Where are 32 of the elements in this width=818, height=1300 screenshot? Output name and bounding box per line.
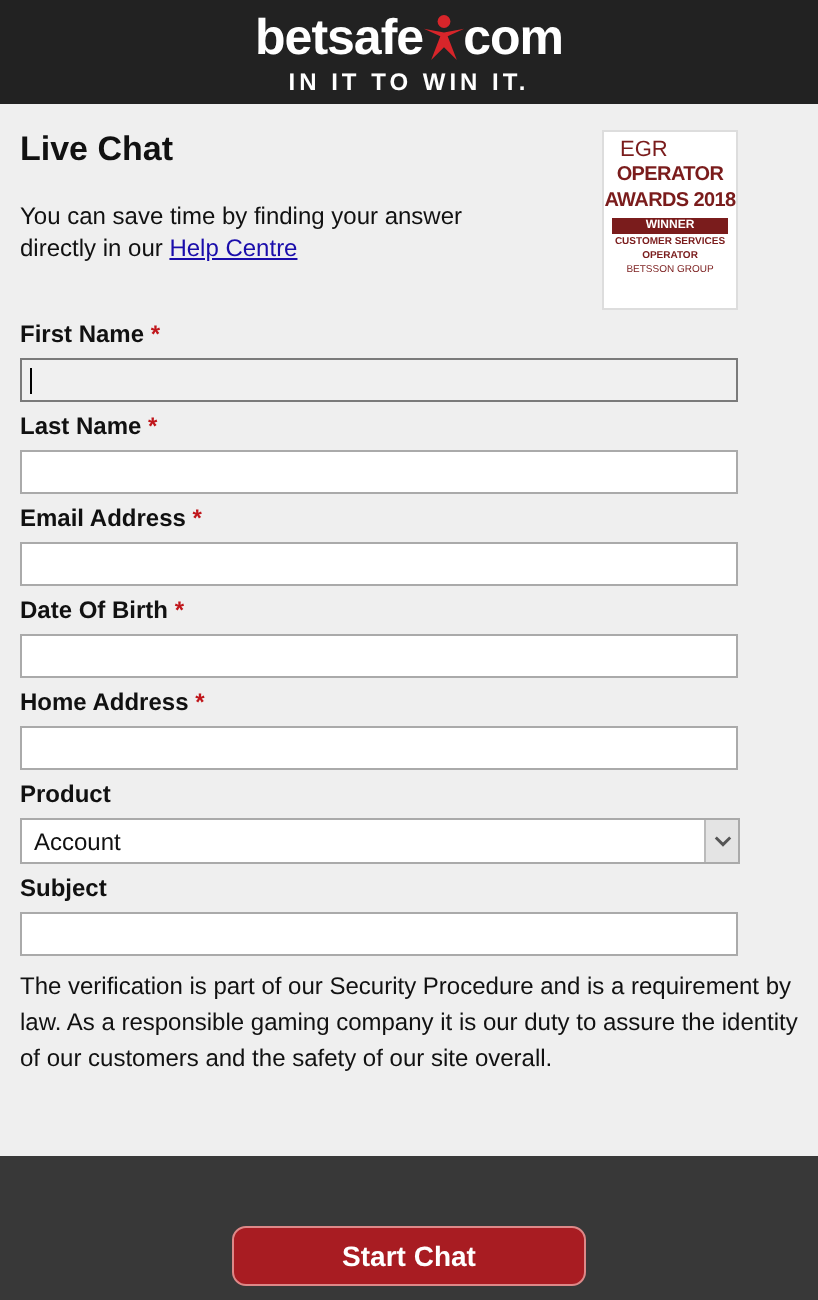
logo-text: betsafe bbox=[255, 12, 424, 64]
field-label: Product bbox=[20, 780, 111, 808]
input-field[interactable] bbox=[20, 912, 738, 956]
input-field[interactable] bbox=[20, 358, 738, 402]
verification-notice: The verification is part of our Security Procedure and is a requirement by law. As a responsible gaming company it is our duty to assure the identity of our customers and the safety of our site overall. bbox=[20, 970, 800, 1076]
award-text: EGR bbox=[620, 140, 668, 162]
input-field[interactable] bbox=[20, 726, 738, 770]
input-field[interactable] bbox=[20, 450, 738, 494]
tagline: IN IT TO WIN IT. bbox=[288, 68, 530, 96]
input-field[interactable] bbox=[20, 634, 738, 678]
field-label: First Name bbox=[20, 320, 145, 348]
start-chat-button[interactable]: Start Chat bbox=[232, 1226, 586, 1286]
field-label: Last Name bbox=[20, 412, 142, 440]
required-mark: * bbox=[150, 320, 161, 348]
logo-text: com bbox=[463, 12, 563, 64]
text-cursor bbox=[30, 368, 32, 394]
input-field[interactable] bbox=[20, 542, 738, 586]
required-mark: * bbox=[148, 412, 158, 440]
figure-icon bbox=[421, 14, 466, 62]
field-label: Subject bbox=[20, 874, 107, 902]
help-centre-link[interactable]: Help Centre bbox=[169, 234, 298, 262]
page-title: Live Chat bbox=[20, 130, 176, 170]
field-label: Home Address bbox=[20, 688, 189, 716]
field-label: Email Address bbox=[20, 504, 186, 532]
product-dropdown[interactable]: Account bbox=[20, 818, 740, 864]
award-text: OPERATOR bbox=[616, 162, 724, 188]
intro-text: You can save time by finding your answer directly in our Help Centre bbox=[20, 200, 465, 264]
field-label: Date Of Birth bbox=[20, 596, 169, 624]
required-mark: * bbox=[192, 504, 202, 532]
required-mark: * bbox=[195, 688, 205, 716]
required-mark: * bbox=[174, 596, 185, 624]
award-text: AWARDS 2018 bbox=[604, 188, 736, 214]
